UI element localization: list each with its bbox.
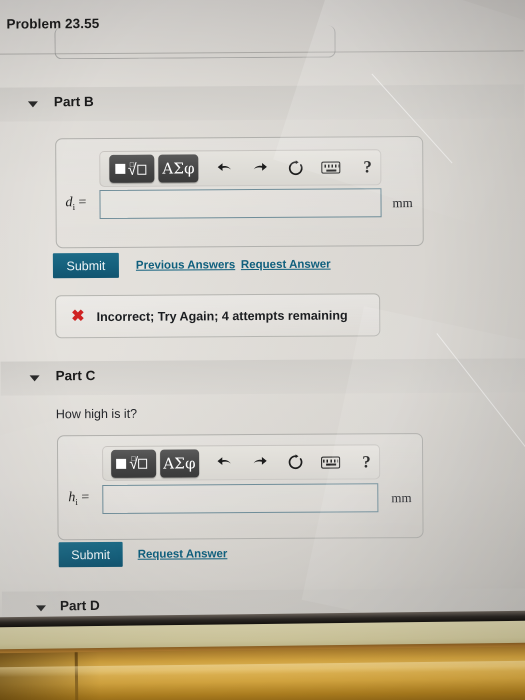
question-text-part-c: How high is it? <box>55 406 138 422</box>
answer-input-part-b[interactable] <box>99 188 382 219</box>
redo-icon[interactable] <box>247 155 273 181</box>
variable-name: h <box>68 490 76 506</box>
answer-box-part-c: □ √ ΑΣφ ? hi = mm <box>56 433 424 541</box>
previous-answers-link-part-b[interactable]: Previous Answers <box>136 259 235 272</box>
reset-glyph <box>288 159 303 175</box>
answer-input-part-c[interactable] <box>102 483 379 514</box>
template-square-icon <box>114 163 125 174</box>
equals-sign: = <box>81 490 90 506</box>
part-header-part-b[interactable]: Part B <box>0 84 525 122</box>
keyboard-icon[interactable] <box>318 449 343 475</box>
variable-label-part-c: hi = <box>68 490 89 507</box>
radical-icon: □ √ <box>127 160 149 179</box>
undo-icon[interactable] <box>212 155 238 181</box>
undo-glyph <box>217 162 231 171</box>
undo-glyph <box>217 457 231 465</box>
unit-label-part-c: mm <box>391 490 412 506</box>
greek-symbols-icon[interactable]: ΑΣφ <box>159 448 200 478</box>
error-x-icon: ✖ <box>71 307 85 325</box>
redo-glyph <box>253 457 268 465</box>
radical-sign: √ <box>129 455 139 473</box>
radical-sign: √ <box>127 161 137 179</box>
reset-glyph <box>288 454 302 469</box>
math-template-icon[interactable]: □ √ <box>111 449 156 478</box>
variable-subscript: i <box>72 201 76 212</box>
math-template-icon[interactable]: □ √ <box>109 154 155 183</box>
homework-page: Problem 23.55 Part B □ √ ΑΣφ ? di = mm S… <box>0 0 525 700</box>
help-icon[interactable]: ? <box>354 449 379 475</box>
greek-symbols-icon[interactable]: ΑΣφ <box>158 154 199 183</box>
radicand-box <box>138 458 148 469</box>
keyboard-icon[interactable] <box>318 155 344 181</box>
part-label-part-d: Part D <box>59 598 100 614</box>
laptop-screen-photo: Problem 23.55 Part B □ √ ΑΣφ ? di = mm S… <box>0 0 525 700</box>
part-label-part-c: Part C <box>55 368 96 384</box>
submit-button-part-c[interactable]: Submit <box>58 541 123 568</box>
chevron-down-icon[interactable] <box>35 605 47 612</box>
math-toolbar-part-c: □ √ ΑΣφ ? <box>102 444 381 481</box>
chevron-down-icon[interactable] <box>29 375 40 382</box>
status-badge-part-b: ✖ Incorrect; Try Again; 4 attempts remai… <box>55 293 381 339</box>
variable-subscript: i <box>75 496 78 507</box>
submit-button-part-b[interactable]: Submit <box>52 252 119 279</box>
request-answer-link-part-b[interactable]: Request Answer <box>241 259 331 272</box>
part-label-part-b: Part B <box>53 94 94 110</box>
radicand-box <box>136 164 146 175</box>
feedback-message-part-b: Incorrect; Try Again; 4 attempts remaini… <box>96 307 348 324</box>
keyboard-glyph <box>321 161 341 174</box>
variable-name: d <box>65 195 73 211</box>
reset-icon[interactable] <box>283 449 308 475</box>
reset-icon[interactable] <box>283 155 309 181</box>
keyboard-glyph <box>320 456 340 469</box>
equals-sign: = <box>78 195 87 211</box>
unit-label-part-b: mm <box>392 195 413 211</box>
redo-icon[interactable] <box>247 449 272 475</box>
math-toolbar-part-b: □ √ ΑΣφ ? <box>99 149 382 187</box>
request-answer-link-part-c[interactable]: Request Answer <box>138 548 228 561</box>
redo-glyph <box>253 162 268 171</box>
desk-rail <box>0 646 525 700</box>
undo-icon[interactable] <box>212 450 237 476</box>
help-icon[interactable]: ? <box>355 154 381 180</box>
chevron-down-icon[interactable] <box>27 101 38 108</box>
radical-icon: □ √ <box>129 455 150 473</box>
template-square-icon <box>116 458 127 469</box>
variable-label-part-b: di = <box>65 195 86 212</box>
part-header-part-c[interactable]: Part C <box>0 358 525 396</box>
previous-answer-box-sliver <box>54 25 336 60</box>
answer-box-part-b: □ √ ΑΣφ ? di = mm <box>55 136 424 249</box>
